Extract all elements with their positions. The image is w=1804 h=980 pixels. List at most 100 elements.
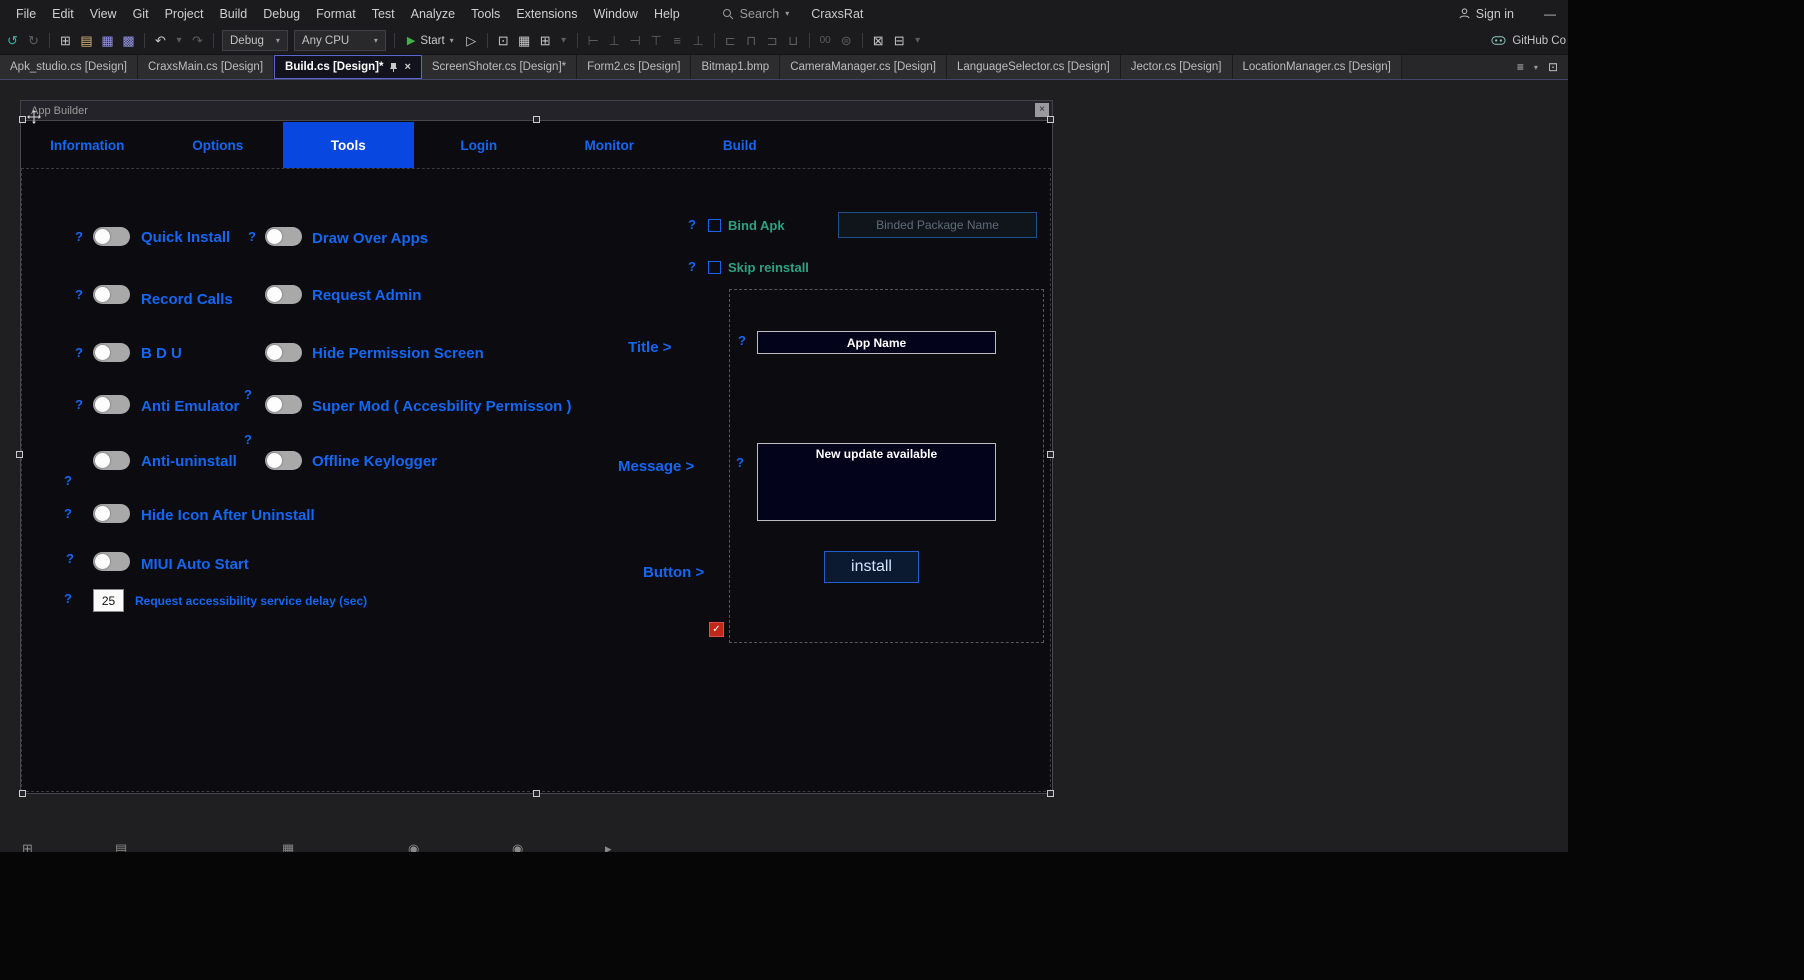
update-message-textarea[interactable]: New update available (757, 443, 996, 521)
menu-item-build[interactable]: Build (211, 4, 255, 24)
align-bottoms-icon[interactable]: ⊥ (688, 33, 709, 49)
platform-dropdown[interactable]: Any CPU ▾ (294, 30, 386, 51)
toggle-super-mod[interactable] (265, 395, 302, 414)
taskbar-user2-icon[interactable]: ◉ (512, 841, 523, 852)
doc-tab-craxsmain[interactable]: CraxsMain.cs [Design] (138, 55, 274, 79)
menu-item-analyze[interactable]: Analyze (403, 4, 463, 24)
toggle-bdu[interactable] (93, 343, 130, 362)
help-icon[interactable]: ? (66, 551, 74, 566)
send-back-icon[interactable]: ⊟ (889, 33, 910, 49)
menu-item-edit[interactable]: Edit (44, 4, 82, 24)
menu-item-help[interactable]: Help (646, 4, 688, 24)
help-icon[interactable]: ? (688, 259, 696, 274)
close-icon[interactable]: × (404, 61, 410, 73)
show-grid-icon[interactable]: ▦ (514, 33, 535, 49)
toggle-request-admin[interactable] (265, 285, 302, 304)
selection-handle[interactable] (533, 116, 540, 123)
doc-tab-locationmanager[interactable]: LocationManager.cs [Design] (1233, 55, 1402, 79)
tab-login[interactable]: Login (414, 122, 545, 168)
app-name-input[interactable] (757, 331, 996, 354)
selection-handle[interactable] (533, 790, 540, 797)
selection-handle[interactable] (1047, 116, 1054, 123)
doc-tab-apk-studio[interactable]: Apk_studio.cs [Design] (0, 55, 138, 79)
help-icon[interactable]: ? (75, 229, 83, 244)
menu-item-view[interactable]: View (82, 4, 125, 24)
bring-front-icon[interactable]: ⊠ (868, 33, 889, 49)
skip-reinstall-checkbox[interactable] (708, 261, 721, 274)
tab-information[interactable]: Information (22, 122, 153, 168)
pin-icon[interactable] (389, 62, 398, 73)
help-icon[interactable]: ? (688, 217, 696, 232)
help-icon[interactable]: ? (244, 387, 252, 402)
help-icon[interactable]: ? (248, 229, 256, 244)
start-without-debug-icon[interactable]: ▷ (461, 33, 482, 49)
doc-tab-bitmap1[interactable]: Bitmap1.bmp (691, 55, 780, 79)
doc-tab-jector[interactable]: Jector.cs [Design] (1121, 55, 1233, 79)
menu-item-git[interactable]: Git (125, 4, 157, 24)
grid-caret-icon[interactable]: ▾ (556, 35, 572, 46)
toggle-hide-permission-screen[interactable] (265, 343, 302, 362)
align-rights-icon[interactable]: ⊣ (625, 33, 646, 49)
help-icon[interactable]: ? (64, 473, 72, 488)
github-copilot-status[interactable]: GitHub Co (1491, 33, 1566, 48)
tab-build[interactable]: Build (675, 122, 806, 168)
accessibility-delay-input[interactable] (93, 589, 124, 612)
align-tops-icon[interactable]: ⊤ (646, 33, 667, 49)
processes-icon[interactable]: ⊡ (493, 33, 514, 49)
taskbar-folder-icon[interactable]: ▤ (115, 841, 127, 852)
help-icon[interactable]: ? (244, 432, 252, 447)
tab-tools[interactable]: Tools (283, 122, 414, 168)
doc-tab-screenshoter[interactable]: ScreenShoter.cs [Design]* (422, 55, 577, 79)
doc-tab-languageselector[interactable]: LanguageSelector.cs [Design] (947, 55, 1121, 79)
taskbar-cursor-icon[interactable]: ▸ (605, 841, 612, 852)
move-handle-icon[interactable] (27, 110, 41, 124)
selection-handle[interactable] (19, 116, 26, 123)
open-file-icon[interactable]: ▤ (76, 33, 97, 49)
dialog-units-icon[interactable]: 00 (815, 35, 836, 46)
save-icon[interactable]: ▦ (97, 33, 118, 49)
toggle-miui-auto-start[interactable] (93, 552, 130, 571)
doc-tab-form2[interactable]: Form2.cs [Design] (577, 55, 691, 79)
toggle-quick-install[interactable] (93, 227, 130, 246)
align-centers-icon[interactable]: ⊥ (604, 33, 625, 49)
menu-item-file[interactable]: File (8, 4, 44, 24)
selection-handle[interactable] (1047, 790, 1054, 797)
split-window-icon[interactable]: ⊡ (1548, 60, 1558, 74)
doc-tab-cameramanager[interactable]: CameraManager.cs [Design] (780, 55, 947, 79)
sign-in-button[interactable]: Sign in (1458, 7, 1514, 21)
start-debug-button[interactable]: ▶ Start ▾ (407, 34, 454, 47)
same-width-icon[interactable]: ⊏ (720, 33, 741, 49)
help-icon[interactable]: ? (75, 287, 83, 302)
redo-icon[interactable]: ↷ (187, 33, 208, 49)
menu-item-tools[interactable]: Tools (463, 4, 508, 24)
minimize-icon[interactable]: — (1544, 7, 1556, 21)
menu-item-test[interactable]: Test (364, 4, 403, 24)
help-icon[interactable]: ? (75, 345, 83, 360)
menu-item-extensions[interactable]: Extensions (508, 4, 585, 24)
taskbar-app-icon[interactable]: ▦ (282, 841, 294, 852)
install-button[interactable]: install (824, 551, 919, 583)
tab-options[interactable]: Options (153, 122, 284, 168)
snap-grid-icon[interactable]: ⊞ (535, 33, 556, 49)
menu-item-window[interactable]: Window (585, 4, 645, 24)
selection-handle[interactable] (19, 790, 26, 797)
toggle-record-calls[interactable] (93, 285, 130, 304)
undo-icon[interactable]: ↶ (150, 33, 171, 49)
menu-item-project[interactable]: Project (157, 4, 212, 24)
align-lefts-icon[interactable]: ⊢ (583, 33, 604, 49)
help-icon[interactable]: ? (64, 506, 72, 521)
align-middles-icon[interactable]: ≡ (667, 33, 688, 48)
selection-handle[interactable] (1047, 451, 1054, 458)
designed-form-close-icon[interactable]: × (1035, 103, 1049, 117)
toggle-anti-uninstall[interactable] (93, 451, 130, 470)
confirm-checkbox-checked[interactable]: ✓ (709, 622, 724, 637)
guides-icon[interactable]: ⊜ (836, 33, 857, 49)
same-size-icon[interactable]: ⊐ (762, 33, 783, 49)
taskbar-grid-icon[interactable]: ⊞ (22, 841, 33, 852)
search-control[interactable]: Search ▾ (722, 7, 790, 21)
size-to-grid-icon[interactable]: ⊔ (783, 33, 804, 49)
doc-tab-build-active[interactable]: Build.cs [Design]* × (274, 55, 422, 79)
toggle-draw-over-apps[interactable] (265, 227, 302, 246)
toggle-hide-icon-after-uninstall[interactable] (93, 504, 130, 523)
taskbar-user-icon[interactable]: ◉ (408, 841, 419, 852)
